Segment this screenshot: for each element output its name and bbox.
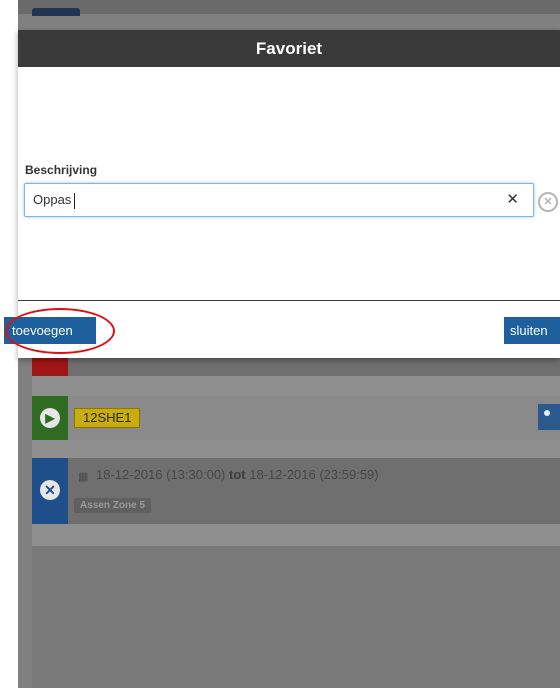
dialog-footer-divider	[18, 300, 560, 301]
date-separator: tot	[229, 467, 246, 482]
background-empty-area	[32, 546, 560, 688]
dialog-title: Favoriet	[18, 30, 560, 67]
date-end: 18-12-2016 (23:59:59)	[249, 467, 379, 482]
list-item: ▶ 12SHE1	[32, 396, 560, 440]
close-button[interactable]: sluiten	[504, 317, 560, 344]
date-start: 18-12-2016 (13:30:00)	[96, 467, 226, 482]
list-item: ✕ ▦ 18-12-2016 (13:30:00) tot 18-12-2016…	[32, 458, 560, 524]
zone-badge: Assen Zone 5	[74, 498, 152, 513]
close-icon[interactable]: ✕	[506, 184, 519, 216]
background-topbar	[18, 0, 560, 16]
calendar-icon: ▦	[78, 471, 89, 483]
status-stripe-green: ▶	[32, 396, 68, 440]
parking-period: 18-12-2016 (13:30:00) tot 18-12-2016 (23…	[96, 467, 379, 482]
add-button[interactable]: toevoegen	[4, 317, 96, 344]
license-plate: 12SHE1	[74, 408, 141, 428]
description-input-value[interactable]: Oppas	[33, 184, 76, 216]
description-label: Beschrijving	[25, 163, 98, 177]
background-tab	[32, 8, 80, 16]
status-stripe-blue: ✕	[32, 458, 68, 524]
favorite-dialog: Favoriet Beschrijving Oppas ✕ ✕ toevoege…	[4, 30, 560, 358]
tag-icon	[538, 404, 560, 430]
text-caret	[74, 192, 76, 209]
description-input[interactable]: Oppas ✕	[24, 183, 534, 217]
x-circle-icon: ✕	[40, 480, 60, 500]
play-circle-icon: ▶	[40, 408, 60, 428]
circle-x-icon[interactable]: ✕	[538, 192, 558, 212]
